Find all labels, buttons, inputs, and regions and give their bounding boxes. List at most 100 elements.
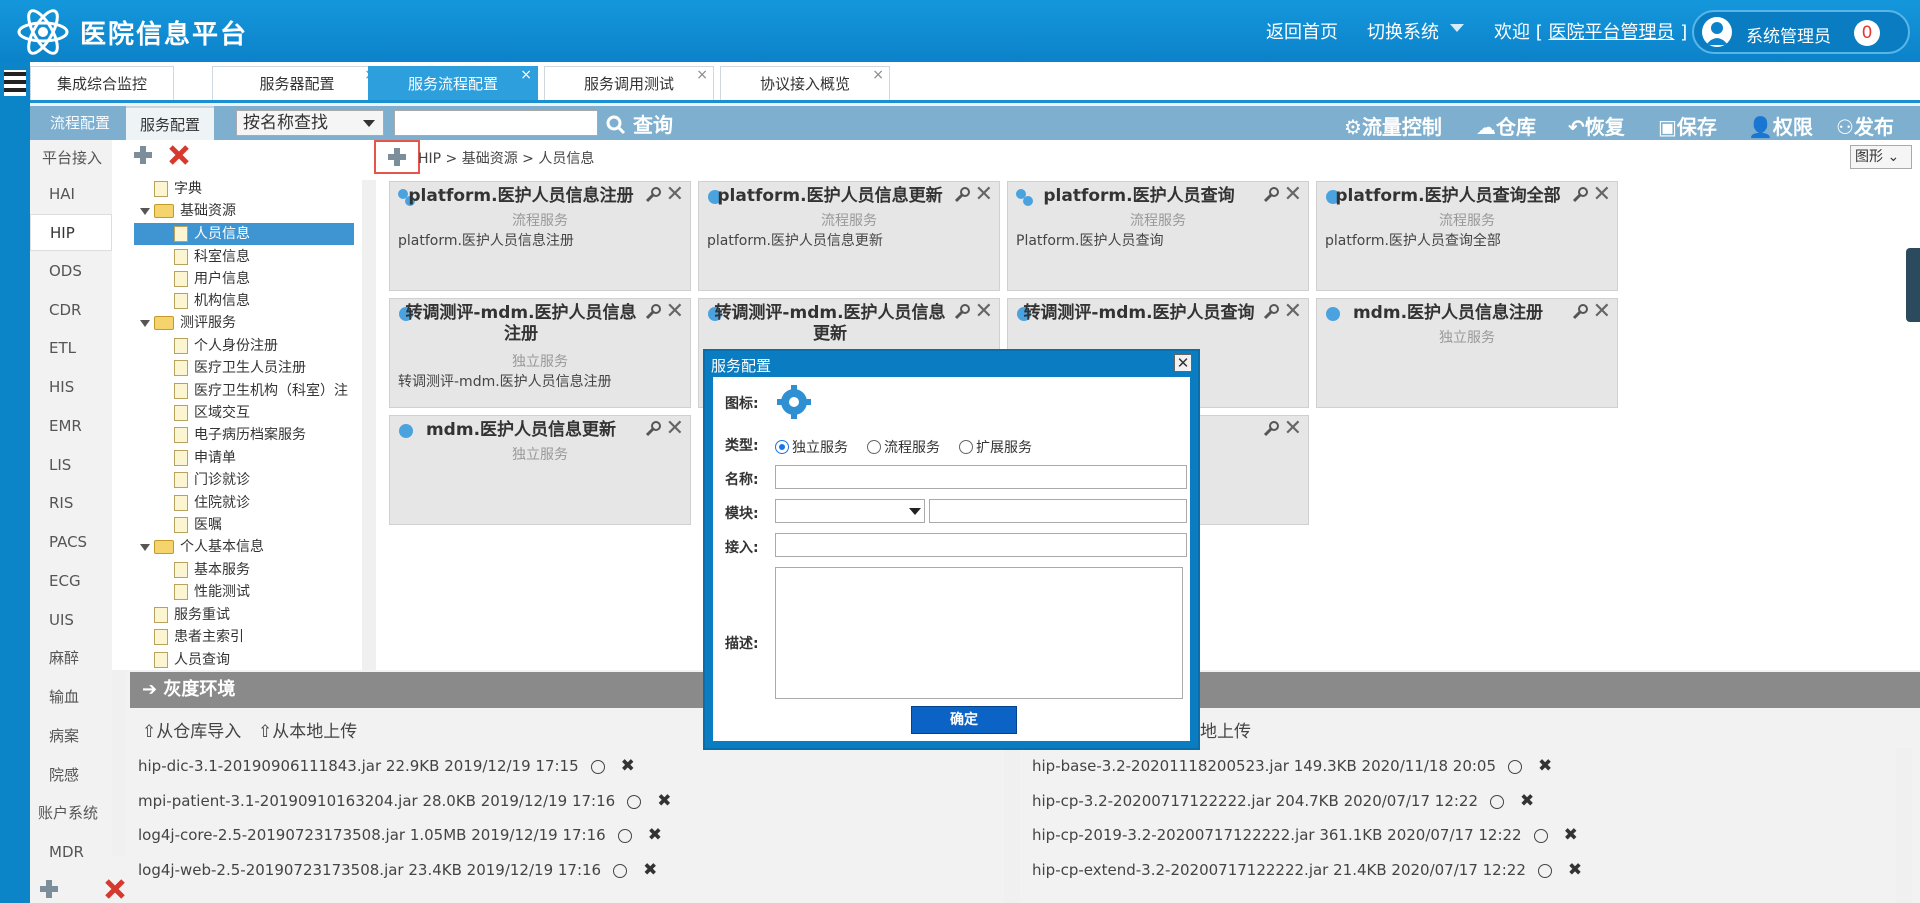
- tree-node-identity-register[interactable]: 个人身份注册: [174, 335, 278, 357]
- module-select[interactable]: [775, 499, 925, 523]
- close-icon[interactable]: ✕: [1593, 182, 1611, 207]
- close-icon[interactable]: ×: [520, 58, 532, 92]
- search-button[interactable]: 查询: [606, 109, 673, 138]
- close-icon[interactable]: ×: [696, 58, 708, 92]
- nav-item-emr[interactable]: EMR: [30, 408, 112, 445]
- tree-node-staff-query[interactable]: 人员查询: [154, 649, 230, 671]
- content-scrollbar[interactable]: [362, 180, 376, 670]
- nav-item-anesthesia[interactable]: 麻醉: [30, 640, 112, 677]
- download-icon[interactable]: [1537, 863, 1552, 878]
- repository-button[interactable]: ☁仓库: [1476, 111, 1536, 140]
- welcome-user-link[interactable]: 医院平台管理员: [1548, 22, 1674, 43]
- expand-icon[interactable]: [140, 544, 150, 551]
- service-card[interactable]: 转调测评-mdm.医护人员信息注册 ✕ 独立服务 转调测评-mdm.医护人员信息…: [389, 298, 691, 408]
- home-link[interactable]: 返回首页: [1266, 18, 1338, 44]
- nav-item-hai[interactable]: HAI: [30, 176, 112, 213]
- tree-node-org-info[interactable]: 机构信息: [174, 290, 250, 312]
- delete-icon[interactable]: ✖: [1538, 756, 1552, 776]
- nav-item-his[interactable]: HIS: [30, 369, 112, 406]
- tree-node-outpatient[interactable]: 门诊就诊: [174, 469, 250, 491]
- tree-node-org-register[interactable]: 医疗卫生机构（科室）注: [174, 380, 364, 402]
- delete-icon[interactable]: ✖: [1564, 825, 1578, 845]
- download-icon[interactable]: [613, 863, 628, 878]
- access-input[interactable]: [775, 533, 1187, 557]
- close-icon[interactable]: ✕: [666, 299, 684, 324]
- close-icon[interactable]: ✕: [1284, 299, 1302, 324]
- tree-node-basic-service[interactable]: 基本服务: [174, 559, 250, 581]
- subtab-flow-config[interactable]: 流程配置: [36, 106, 124, 140]
- gear-icon[interactable]: [775, 383, 813, 421]
- type-radio-flow[interactable]: 流程服务: [867, 437, 940, 457]
- nav-item-medical-record[interactable]: 病案: [30, 718, 112, 755]
- wrench-icon[interactable]: [1262, 303, 1280, 321]
- description-textarea[interactable]: [775, 567, 1183, 699]
- tree-node-eval[interactable]: 测评服务: [154, 312, 236, 334]
- wrench-icon[interactable]: [1571, 186, 1589, 204]
- user-menu[interactable]: 系统管理员 0: [1692, 10, 1910, 54]
- name-input[interactable]: [775, 465, 1187, 489]
- close-icon[interactable]: ✕: [1284, 416, 1302, 441]
- search-mode-select[interactable]: 按名称查找: [236, 110, 384, 136]
- search-input[interactable]: [394, 110, 598, 136]
- close-icon[interactable]: ✕: [1284, 182, 1302, 207]
- tree-node-dict[interactable]: 字典: [154, 178, 202, 200]
- nav-item-account[interactable]: 账户系统: [30, 795, 112, 832]
- notification-badge[interactable]: 0: [1854, 20, 1880, 46]
- tree-node-user-info[interactable]: 用户信息: [174, 268, 250, 290]
- tree-node-staff-info[interactable]: 人员信息: [134, 223, 354, 245]
- permission-button[interactable]: 👤权限: [1748, 111, 1813, 140]
- wrench-icon[interactable]: [953, 303, 971, 321]
- hamburger-menu-icon[interactable]: [4, 70, 26, 96]
- wrench-icon[interactable]: [1571, 303, 1589, 321]
- nav-item-ris[interactable]: RIS: [30, 485, 112, 522]
- nav-item-cdr[interactable]: CDR: [30, 292, 112, 329]
- nav-item-mdr[interactable]: MDR: [30, 834, 112, 871]
- wrench-icon[interactable]: [644, 186, 662, 204]
- download-icon[interactable]: [1508, 759, 1523, 774]
- nav-item-ecg[interactable]: ECG: [30, 563, 112, 600]
- close-icon[interactable]: ✕: [666, 182, 684, 207]
- download-icon[interactable]: [590, 759, 605, 774]
- view-mode-select[interactable]: 图形 ⌄: [1850, 145, 1912, 169]
- expand-icon[interactable]: [140, 320, 150, 327]
- side-panel-handle[interactable]: [1906, 248, 1920, 322]
- service-card[interactable]: platform.医护人员查询 ✕ 流程服务 Platform.医护人员查询: [1007, 181, 1309, 291]
- tree-node-regional[interactable]: 区域交互: [174, 402, 250, 424]
- wrench-icon[interactable]: [1262, 186, 1280, 204]
- download-icon[interactable]: [627, 794, 642, 809]
- tab-flow-config[interactable]: 服务流程配置 ×: [368, 66, 538, 100]
- tree-node-inpatient[interactable]: 住院就诊: [174, 492, 250, 514]
- close-icon[interactable]: ✕: [666, 416, 684, 441]
- nav-item-hip[interactable]: HIP: [30, 214, 112, 251]
- wrench-icon[interactable]: [1262, 420, 1280, 438]
- nav-item-uis[interactable]: UIS: [30, 602, 112, 639]
- delete-icon[interactable]: [168, 144, 190, 166]
- tab-monitor[interactable]: 集成综合监控: [30, 66, 174, 100]
- module-detail-input[interactable]: [929, 499, 1187, 523]
- tab-server-config[interactable]: 服务器配置×: [212, 66, 382, 100]
- restore-button[interactable]: ↶恢复: [1568, 111, 1625, 140]
- delete-icon[interactable]: ✖: [648, 825, 662, 845]
- close-icon[interactable]: ✕: [1174, 354, 1192, 372]
- close-icon[interactable]: ✕: [975, 299, 993, 324]
- switch-system-link[interactable]: 切换系统: [1367, 18, 1439, 44]
- delete-icon[interactable]: [104, 878, 126, 900]
- nav-item-infection[interactable]: 院感: [30, 757, 112, 794]
- publish-button[interactable]: ⚇发布: [1836, 111, 1894, 140]
- tree-node-staff-register[interactable]: 医疗卫生人员注册: [174, 357, 306, 379]
- chevron-down-icon[interactable]: [1450, 24, 1464, 32]
- nav-item-pacs[interactable]: PACS: [30, 524, 112, 561]
- type-radio-extension[interactable]: 扩展服务: [959, 437, 1032, 457]
- right-files-scrollbar[interactable]: [1896, 748, 1912, 903]
- left-files-scrollbar[interactable]: [1004, 748, 1020, 903]
- tree-node-dept-info[interactable]: 科室信息: [174, 246, 250, 268]
- save-button[interactable]: ▣保存: [1658, 111, 1717, 140]
- type-radio-standalone[interactable]: 独立服务: [775, 437, 848, 457]
- delete-icon[interactable]: ✖: [657, 791, 671, 811]
- nav-item-transfusion[interactable]: 输血: [30, 679, 112, 716]
- upload-local-link[interactable]: ⇧从本地上传: [258, 717, 357, 742]
- close-icon[interactable]: ×: [872, 58, 884, 92]
- nav-item-ods[interactable]: ODS: [30, 253, 112, 290]
- close-icon[interactable]: ✕: [975, 182, 993, 207]
- delete-icon[interactable]: ✖: [621, 756, 635, 776]
